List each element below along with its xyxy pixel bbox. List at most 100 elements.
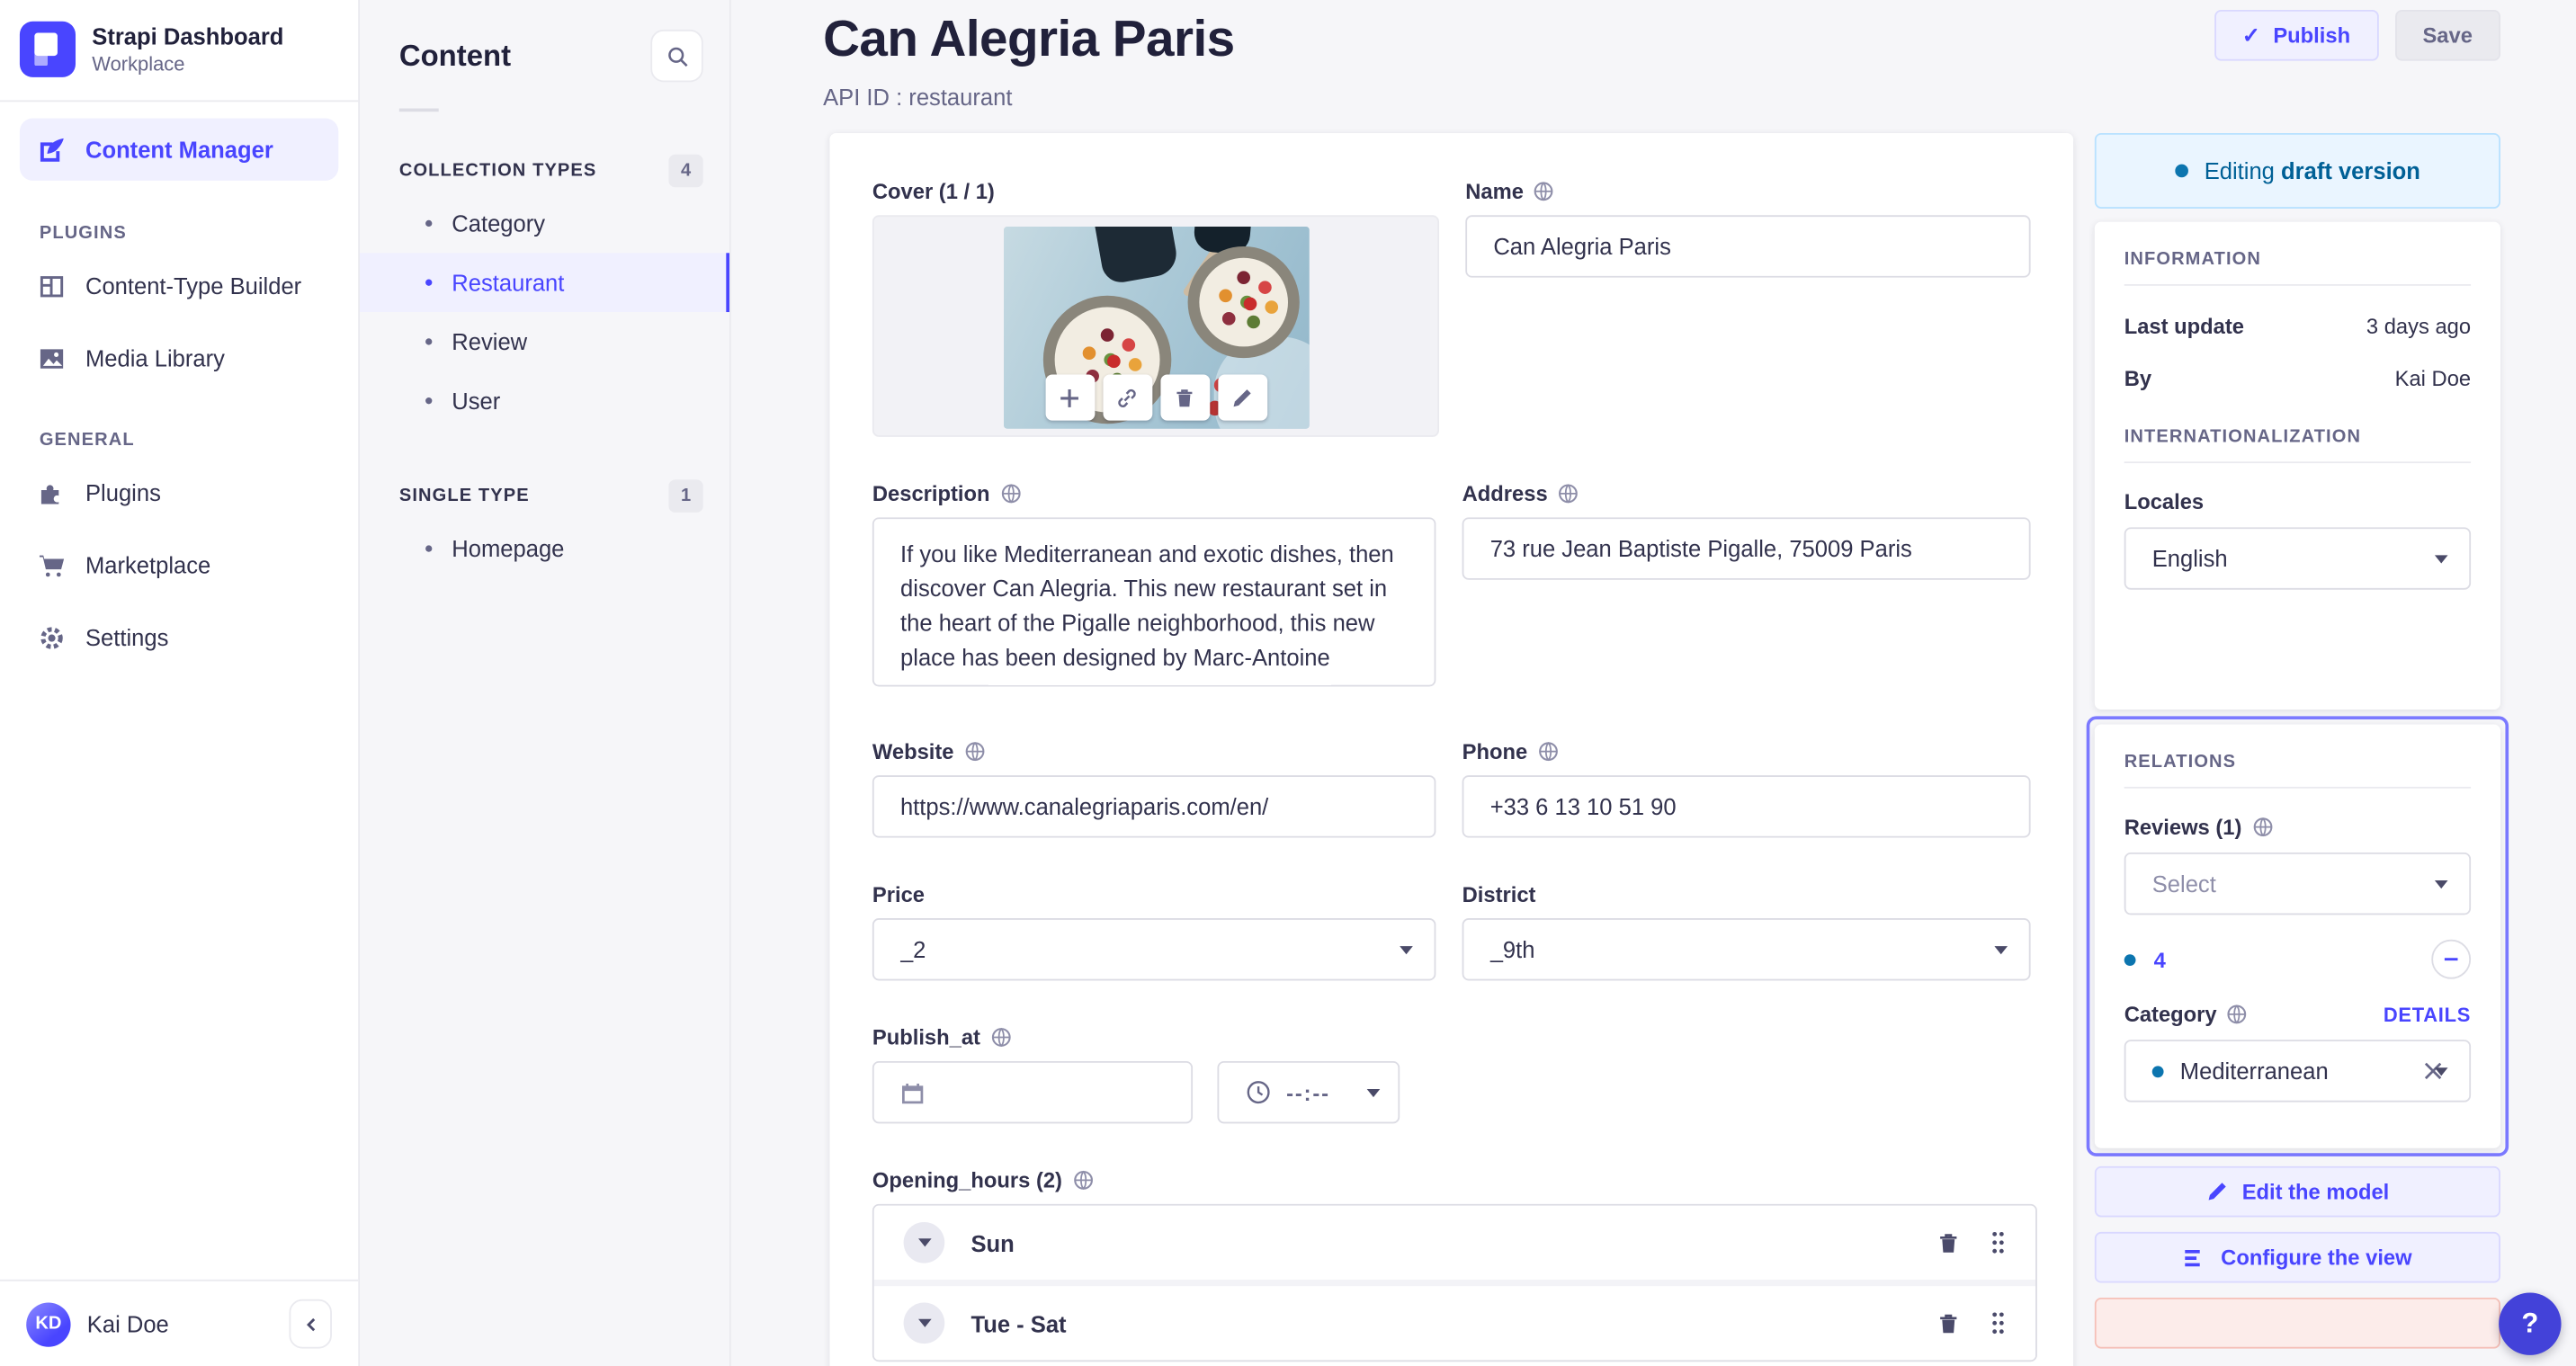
publish-at-label: Publish_at (872, 1025, 2031, 1049)
sidebar-item-plugins[interactable]: Plugins (20, 463, 338, 522)
subnav-item-label: Restaurant (452, 269, 565, 296)
opening-hours-label: Opening_hours (2) (872, 1168, 2031, 1192)
relations-card: RELATIONS Reviews (1) Select 4 Category … (2094, 724, 2500, 1148)
locales-label: Locales (2124, 489, 2205, 514)
publish-at-time-select[interactable]: --:-- (1217, 1060, 1400, 1124)
pencil-icon (1233, 388, 1251, 406)
name-input[interactable] (1465, 215, 2031, 278)
subnav-item-restaurant[interactable]: Restaurant (360, 253, 729, 313)
single-type-heading: SINGLE TYPE (398, 486, 530, 506)
link-icon (1118, 388, 1136, 407)
check-icon: ✓ (2241, 22, 2260, 48)
cover-image (1003, 227, 1309, 429)
minus-icon (2444, 958, 2458, 961)
api-id-subtitle: API ID : restaurant (823, 84, 1013, 111)
subnav-item-review[interactable]: Review (360, 312, 729, 371)
price-select[interactable]: _2 (872, 918, 1436, 981)
status-dot-icon (2174, 164, 2188, 178)
delete-entry-button[interactable] (2094, 1297, 2500, 1349)
address-label: Address (1462, 481, 2031, 506)
pencil-icon (2208, 1183, 2226, 1201)
description-textarea[interactable]: If you like Mediterranean and exotic dis… (872, 517, 1436, 687)
sidebar-item-marketplace[interactable]: Marketplace (20, 535, 338, 594)
delete-media-button[interactable] (1159, 374, 1210, 421)
by-row: By Kai Doe (2124, 366, 2472, 391)
entry-form-card: Cover (1 / 1) Name Can Alegria Paris Des… (829, 132, 2074, 1366)
drag-dots-icon (1992, 1312, 2004, 1335)
chevron-down-icon (1994, 945, 2008, 954)
avatar[interactable]: KD (26, 1301, 71, 1346)
publish-button[interactable]: ✓ Publish (2214, 9, 2379, 61)
category-relation-select[interactable]: Mediterranean (2124, 1040, 2472, 1103)
details-link[interactable]: DETAILS (2384, 1003, 2471, 1026)
gear-icon (36, 623, 66, 651)
collapse-sidebar-button[interactable] (289, 1299, 332, 1349)
nav-section-general: GENERAL (39, 430, 135, 451)
chevron-down-icon (1366, 1088, 1381, 1097)
bullet-icon (425, 545, 433, 552)
drag-handle[interactable] (1990, 1230, 2006, 1254)
plus-icon (1060, 388, 1078, 406)
edit-media-button[interactable] (1217, 374, 1267, 421)
relation-item-link[interactable]: 4 (2154, 947, 2166, 971)
content-subnav: Content COLLECTION TYPES 4 Category Rest… (360, 0, 731, 1366)
name-label: Name (1465, 179, 2030, 203)
subnav-item-user[interactable]: User (360, 371, 729, 431)
information-card: INFORMATION Last update 3 days ago By Ka… (2094, 221, 2500, 710)
expand-row-button[interactable] (903, 1302, 945, 1344)
main-sidebar: Strapi Dashboard Workplace Content Manag… (0, 0, 361, 1366)
add-media-button[interactable] (1044, 374, 1095, 421)
phone-input[interactable] (1462, 775, 2031, 838)
information-heading: INFORMATION (2124, 250, 2472, 286)
bullet-icon (425, 338, 433, 345)
collection-types-count-badge: 4 (668, 154, 703, 188)
sidebar-item-settings[interactable]: Settings (20, 608, 338, 667)
help-button[interactable]: ? (2499, 1292, 2562, 1355)
last-update-row: Last update 3 days ago (2124, 313, 2472, 339)
sidebar-item-media-library[interactable]: Media Library (20, 328, 338, 388)
publish-at-date-input[interactable] (872, 1060, 1194, 1124)
configure-view-button[interactable]: Configure the view (2094, 1231, 2500, 1283)
divider (398, 108, 439, 112)
user-name: Kai Doe (86, 1310, 169, 1337)
locale-select[interactable]: English (2124, 527, 2472, 590)
drag-handle[interactable] (1990, 1311, 2006, 1335)
edit-model-button[interactable]: Edit the model (2094, 1165, 2500, 1218)
clock-icon (1247, 1081, 1270, 1104)
sidebar-item-label: Media Library (85, 344, 225, 371)
subnav-item-label: Review (452, 328, 528, 355)
reviews-relation-select[interactable]: Select (2124, 852, 2472, 915)
copy-link-button[interactable] (1102, 374, 1152, 421)
trash-icon (1940, 1233, 1957, 1252)
sidebar-item-content-manager[interactable]: Content Manager (19, 118, 339, 181)
workspace-switcher[interactable]: Strapi Dashboard Workplace (0, 0, 358, 100)
chevron-down-icon (917, 1238, 931, 1247)
globe-icon (1537, 741, 1559, 763)
subnav-item-homepage[interactable]: Homepage (360, 519, 729, 578)
cover-label: Cover (1 / 1) (872, 179, 995, 204)
save-button[interactable]: Save (2394, 9, 2500, 61)
sidebar-item-content-type-builder[interactable]: Content-Type Builder (20, 256, 338, 316)
cover-media-field[interactable] (872, 215, 1440, 437)
globe-icon (1534, 181, 1555, 202)
draft-dot-icon (2151, 1065, 2164, 1077)
delete-row-button[interactable] (1936, 1231, 1960, 1254)
address-input[interactable] (1462, 517, 2031, 580)
relation-item-row: 4 (2124, 939, 2472, 979)
delete-row-button[interactable] (1936, 1311, 1960, 1335)
chevron-down-icon (2434, 879, 2448, 888)
search-button[interactable] (650, 29, 703, 83)
globe-icon (2227, 1004, 2249, 1025)
drag-dots-icon (1992, 1231, 2004, 1254)
subnav-item-category[interactable]: Category (360, 194, 729, 254)
website-input[interactable] (872, 775, 1436, 838)
reviews-label: Reviews (1) (2124, 815, 2471, 839)
trash-icon (1176, 388, 1193, 406)
category-label: Category (2124, 1002, 2249, 1027)
chevron-left-icon (306, 1317, 315, 1331)
expand-row-button[interactable] (903, 1221, 945, 1263)
website-label: Website (872, 739, 1436, 763)
remove-relation-button[interactable] (2431, 939, 2472, 979)
district-select[interactable]: _9th (1462, 918, 2031, 981)
subnav-title: Content (398, 38, 512, 72)
